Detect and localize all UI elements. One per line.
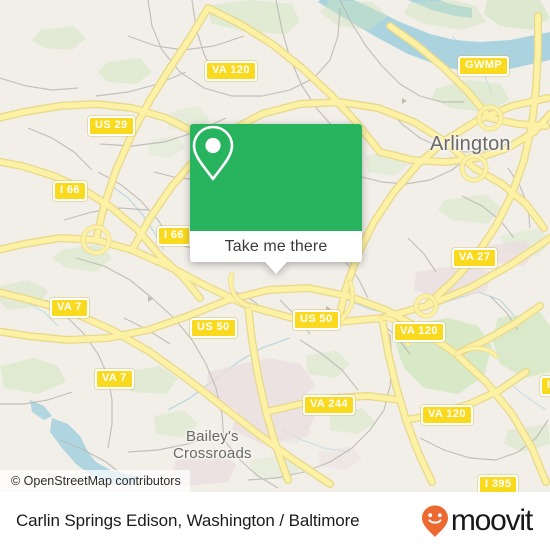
highway-shield-i-395: I 395	[478, 475, 519, 492]
take-me-there-label: Take me there	[224, 237, 328, 255]
station-title: Carlin Springs Edison, Washington / Balt…	[16, 511, 360, 530]
highway-shield-va-120-north: VA 120	[205, 61, 257, 81]
highway-shield-va-120-mid: VA 120	[393, 322, 445, 342]
highway-shield-va-244: VA 244	[303, 395, 355, 415]
highway-shield-us-50-east: US 50	[293, 310, 340, 330]
map-canvas[interactable]: Arlington Bailey's Crossroads VA 120 GWM…	[0, 0, 550, 492]
moovit-wordmark: moovit	[450, 504, 533, 537]
map-attribution[interactable]: © OpenStreetMap contributors	[0, 470, 190, 492]
highway-shield-gwmp: GWMP	[458, 56, 510, 76]
moovit-station-card: Arlington Bailey's Crossroads VA 120 GWM…	[0, 0, 550, 550]
moovit-logo[interactable]: moovit	[420, 504, 533, 538]
moovit-pin-smiley-icon	[421, 505, 448, 537]
highway-shield-va-7-south: VA 7	[95, 369, 134, 389]
highway-shield-partial-right: I	[540, 376, 550, 396]
callout-action-bar[interactable]: Take me there	[190, 231, 362, 262]
highway-shield-us-50-west: US 50	[190, 318, 237, 338]
callout-pointer-tail	[265, 262, 287, 274]
highway-shield-i-66-west: I 66	[53, 181, 87, 201]
highway-shield-i-66-east: I 66	[157, 226, 191, 246]
highway-shield-va-120-south: VA 120	[421, 405, 473, 425]
take-me-there-callout[interactable]: Take me there	[190, 124, 362, 274]
highway-shield-va-27: VA 27	[452, 248, 498, 268]
highway-shield-va-7-north: VA 7	[50, 298, 89, 318]
highway-shield-us-29: US 29	[88, 116, 135, 136]
map-pin-icon	[192, 125, 234, 181]
callout-icon-area	[190, 124, 362, 231]
footer-bar: Carlin Springs Edison, Washington / Balt…	[0, 492, 550, 550]
